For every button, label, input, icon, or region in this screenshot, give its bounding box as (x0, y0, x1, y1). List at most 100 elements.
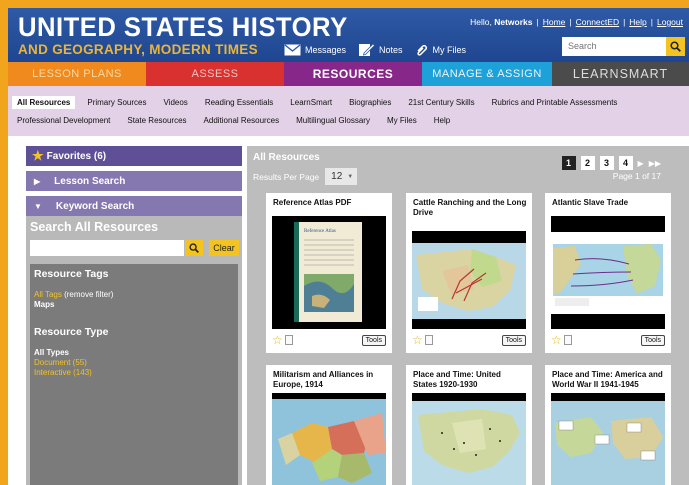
subnav-professional-development[interactable]: Professional Development (17, 116, 110, 125)
resource-card[interactable]: Reference Atlas PDF Reference Atlas ☆ To… (266, 193, 392, 353)
filters-panel: Resource Tags All Tags (remove filter) M… (30, 264, 238, 485)
favorites-label: Favorites (6) (46, 150, 107, 162)
my-files-link[interactable]: My Files (415, 43, 467, 57)
card-thumbnail[interactable]: Reference Atlas (272, 216, 386, 329)
card-title: Militarism and Alliances in Europe, 1914 (273, 370, 374, 389)
remove-filter-text: (remove filter) (61, 290, 114, 299)
clear-button[interactable]: Clear (209, 240, 239, 256)
subnav-videos[interactable]: Videos (163, 98, 187, 107)
type-all-types[interactable]: All Types (34, 348, 234, 358)
envelope-icon (284, 43, 301, 55)
header: UNITED STATES HISTORY AND GEOGRAPHY, MOD… (8, 8, 689, 62)
subnav-additional-resources[interactable]: Additional Resources (204, 116, 280, 125)
page-button-2[interactable]: 2 (580, 156, 595, 170)
app-frame: UNITED STATES HISTORY AND GEOGRAPHY, MOD… (8, 8, 689, 485)
keyword-search-bar[interactable]: ▼ Keyword Search (26, 196, 242, 216)
card-thumbnail[interactable] (272, 393, 386, 485)
resource-card[interactable]: Place and Time: United States 1920-1930 (406, 365, 532, 485)
type-interactive-link[interactable]: Interactive (143) (34, 368, 234, 378)
next-page-icon[interactable]: ▶ (638, 159, 644, 168)
notes-label: Notes (379, 44, 403, 55)
results-per-page-select[interactable]: 12 ▼ (325, 168, 358, 185)
subnav-learnsmart[interactable]: LearnSmart (290, 98, 332, 107)
search-icon (670, 41, 681, 52)
subnav-all-resources[interactable]: All Resources (12, 96, 76, 109)
connected-link[interactable]: ConnectED (576, 17, 619, 27)
keyword-search-button[interactable] (185, 240, 203, 256)
resource-card[interactable]: Militarism and Alliances in Europe, 1914 (266, 365, 392, 485)
pagination: 1 2 3 4 ▶ ▶▶ (557, 156, 661, 170)
subnav-reading-essentials[interactable]: Reading Essentials (205, 98, 273, 107)
product-title: UNITED STATES HISTORY (18, 12, 348, 42)
search-icon (189, 243, 199, 253)
resource-card[interactable]: Cattle Ranching and the Long Drive ☆ Too… (406, 193, 532, 353)
search-button[interactable] (666, 37, 685, 56)
page-button-1[interactable]: 1 (561, 156, 576, 170)
notes-link[interactable]: Notes (358, 42, 403, 57)
search-input[interactable] (562, 37, 666, 56)
subnav-biographies[interactable]: Biographies (349, 98, 391, 107)
subnav-my-files[interactable]: My Files (387, 116, 417, 125)
logout-link[interactable]: Logout (657, 17, 683, 27)
collapse-arrow-icon: ▼ (34, 201, 42, 211)
tab-learnsmart[interactable]: LEARNSMART (552, 62, 689, 86)
last-page-icon[interactable]: ▶▶ (649, 159, 661, 168)
subnav-21st-century-skills[interactable]: 21st Century Skills (408, 98, 474, 107)
results-panel: All Resources Results Per Page 12 ▼ 1 2 … (247, 146, 689, 485)
tab-resources[interactable]: RESOURCES (284, 62, 422, 86)
tools-button[interactable]: Tools (501, 334, 526, 346)
united-states-1920-map-image (412, 393, 526, 485)
europe-1914-map-image (272, 393, 386, 485)
tag-maps[interactable]: Maps (34, 300, 234, 310)
paperclip-icon (416, 44, 427, 56)
subnav-primary-sources[interactable]: Primary Sources (87, 98, 146, 107)
subnav-help[interactable]: Help (434, 116, 450, 125)
help-link[interactable]: Help (629, 17, 646, 27)
favorite-star-icon[interactable]: ☆ (272, 334, 283, 346)
page-button-4[interactable]: 4 (618, 156, 633, 170)
keyword-search-input[interactable] (30, 240, 184, 256)
cattle-ranching-map-image (412, 231, 526, 329)
document-icon (424, 335, 433, 345)
type-document-link[interactable]: Document (55) (34, 358, 234, 368)
resource-type-heading: Resource Type (34, 326, 109, 338)
resource-card[interactable]: Atlantic Slave Trade ☆ Tools (545, 193, 671, 353)
messages-link[interactable]: Messages (284, 43, 346, 56)
card-title: Place and Time: America and World War II… (552, 370, 663, 389)
tools-button[interactable]: Tools (361, 334, 386, 346)
tab-manage-assign[interactable]: MANAGE & ASSIGN (422, 62, 552, 86)
resource-tags-heading: Resource Tags (34, 268, 109, 280)
card-thumbnail[interactable] (551, 216, 665, 329)
all-tags-link[interactable]: All Tags (34, 290, 62, 299)
resource-card[interactable]: Place and Time: America and World War II… (545, 365, 671, 485)
card-title: Reference Atlas PDF (273, 198, 352, 207)
results-per-page-value: 12 (331, 171, 343, 182)
card-thumbnail[interactable] (412, 231, 526, 329)
favorites-bar[interactable]: ★ Favorites (6) (26, 146, 242, 166)
card-footer: ☆ Tools (272, 332, 386, 348)
card-footer: ☆ Tools (412, 332, 526, 348)
my-files-label: My Files (432, 44, 467, 55)
notes-pencil-icon (359, 43, 376, 56)
subnav-state-resources[interactable]: State Resources (127, 116, 186, 125)
subnav-rubrics[interactable]: Rubrics and Printable Assessments (492, 98, 618, 107)
document-icon (284, 335, 293, 345)
subnav-multilingual-glossary[interactable]: Multilingual Glossary (296, 116, 370, 125)
lesson-search-label: Lesson Search (54, 175, 126, 187)
favorite-star-icon[interactable]: ☆ (412, 334, 423, 346)
keyword-search-panel: Search All Resources Clear Resource Tags… (26, 216, 242, 485)
page-button-3[interactable]: 3 (599, 156, 614, 170)
tab-assess[interactable]: ASSESS (146, 62, 284, 86)
card-thumbnail[interactable] (412, 393, 526, 485)
tools-button[interactable]: Tools (640, 334, 665, 346)
world-war-2-map-image (551, 393, 665, 485)
page-of-label: Page 1 of 17 (612, 171, 661, 181)
home-link[interactable]: Home (543, 17, 566, 27)
card-thumbnail[interactable] (551, 393, 665, 485)
favorite-star-icon[interactable]: ☆ (551, 334, 562, 346)
document-icon (563, 335, 572, 345)
card-footer: ☆ Tools (551, 332, 665, 348)
greeting: Hello, (470, 17, 495, 27)
tab-lesson-plans[interactable]: LESSON PLANS (8, 62, 146, 86)
lesson-search-bar[interactable]: ▶ Lesson Search (26, 171, 242, 191)
